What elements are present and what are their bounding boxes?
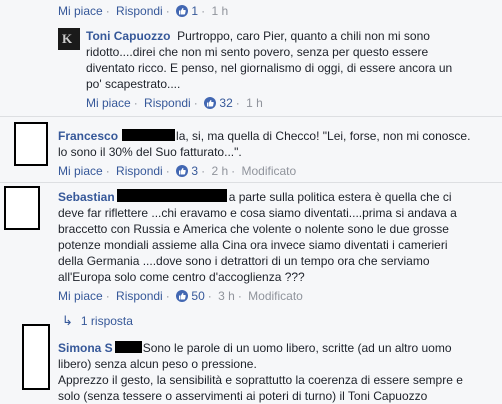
comment-actions: Mi piace · Rispondi · 32 · 1 h — [86, 96, 263, 110]
like-link[interactable]: Mi piace — [58, 4, 103, 18]
like-count[interactable]: 1 — [191, 4, 198, 18]
view-replies-link[interactable]: ↳ 1 risposta — [62, 313, 133, 329]
reply-arrow-icon: ↳ — [62, 313, 73, 328]
replies-count[interactable]: 1 risposta — [81, 314, 133, 328]
commenter-name[interactable]: Sebastian — [58, 190, 115, 204]
avatar[interactable] — [22, 324, 50, 390]
like-count[interactable]: 50 — [191, 289, 204, 303]
comment-text-line: ridotto....direi che non mi sento povero… — [86, 45, 429, 59]
comment-text-line: deve far riflettere ...chi eravamo e cos… — [58, 206, 457, 220]
avatar[interactable]: K — [58, 28, 80, 50]
like-link[interactable]: Mi piace — [58, 289, 103, 303]
comment-text-line: Apprezzo il gesto, la sensibilità e sopr… — [58, 373, 463, 387]
comment-text-line: libero) senza alcun peso o pressione. — [58, 357, 257, 371]
comment-text-line: Sono le parole di un uomo libero, scritt… — [142, 341, 452, 355]
like-reaction-icon — [204, 97, 217, 109]
like-reaction-icon — [176, 165, 189, 177]
comment-body: Sebastian a parte sulla politica estera è… — [58, 189, 452, 205]
comment-text-line: solo (senza tessere o asservimenti ai po… — [58, 389, 428, 403]
like-reaction-icon — [176, 290, 189, 302]
comment-actions-top: Mi piace · Rispondi · 1 · 1 h — [58, 4, 229, 18]
like-link[interactable]: Mi piace — [86, 96, 131, 110]
avatar[interactable] — [4, 186, 40, 230]
timestamp[interactable]: 1 h — [211, 4, 228, 18]
redaction-bar — [116, 189, 227, 202]
comment-text-line: della Germania ....dove sono i detrattor… — [58, 254, 430, 268]
edited-label[interactable]: Modificato — [241, 164, 296, 178]
edited-label[interactable]: Modificato — [248, 289, 303, 303]
like-reaction-icon — [176, 5, 189, 17]
like-count[interactable]: 3 — [191, 164, 198, 178]
comment-text-line: a parte sulla politica estera è quella c… — [228, 190, 452, 204]
comment-actions: Mi piace · Rispondi · 50 · 3 h · Modificato — [58, 289, 303, 303]
reply-link[interactable]: Rispondi — [116, 164, 163, 178]
comment-text-line: la, si, ma quella di Checco! "Lei, forse… — [176, 129, 471, 143]
timestamp[interactable]: 2 h — [211, 164, 228, 178]
comment-text-line: Purtroppo, caro Pier, quanto a chili non… — [177, 29, 430, 43]
commenter-name[interactable]: Simona S — [58, 341, 113, 355]
comment-body: Simona S Sono le parole di un uomo libero… — [58, 340, 452, 356]
commenter-name[interactable]: Toni Capuozzo — [86, 29, 170, 43]
comment-text-line: lo sono il 30% del Suo fatturato...". — [58, 145, 242, 159]
comment-text-line: potenze mondiali assieme alla Cina ora i… — [58, 238, 448, 252]
comment-text-line: po' scapestrato.... — [86, 77, 181, 91]
comment-divider — [0, 182, 502, 183]
comment-body: Francesco la, si, ma quella di Checco! "L… — [58, 128, 470, 144]
redaction-bar — [114, 341, 142, 353]
timestamp[interactable]: 3 h — [218, 289, 235, 303]
reply-link[interactable]: Rispondi — [144, 96, 191, 110]
comment-actions: Mi piace · Rispondi · 3 · 2 h · Modificato — [58, 164, 297, 178]
avatar-mark: K — [62, 31, 73, 46]
comment-text-line: diventato ricco. E penso, nel giornalism… — [86, 61, 453, 75]
comment-text-line: all'Europa solo come centro d'accoglienz… — [58, 270, 305, 284]
timestamp[interactable]: 1 h — [246, 96, 263, 110]
comment-text-line: braccetto con Russia e America che volen… — [58, 222, 449, 236]
comment-body: Toni Capuozzo Purtroppo, caro Pier, quan… — [86, 28, 430, 44]
reply-link[interactable]: Rispondi — [116, 4, 163, 18]
commenter-name[interactable]: Francesco — [58, 129, 118, 143]
reply-link[interactable]: Rispondi — [116, 289, 163, 303]
redaction-bar — [122, 129, 176, 141]
like-link[interactable]: Mi piace — [58, 164, 103, 178]
comment-divider — [0, 116, 502, 117]
avatar[interactable] — [14, 122, 48, 166]
like-count[interactable]: 32 — [219, 96, 232, 110]
